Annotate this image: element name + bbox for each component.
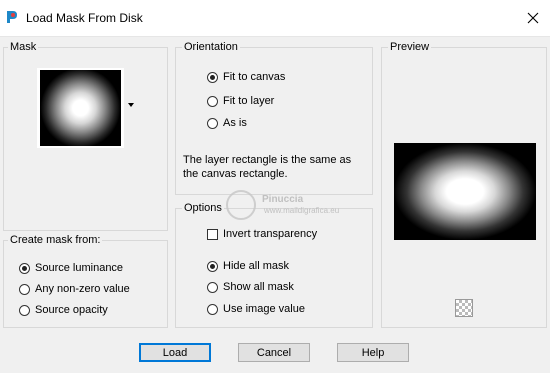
- radio-show-all-mask[interactable]: Show all mask: [207, 279, 294, 295]
- watermark-logo-icon: [226, 190, 256, 220]
- radio-label: Fit to layer: [223, 95, 275, 107]
- invert-transparency-checkbox[interactable]: Invert transparency: [207, 226, 317, 242]
- close-icon: [527, 12, 539, 24]
- radio-hide-all-mask[interactable]: Hide all mask: [207, 258, 289, 274]
- radio-indicator: [207, 281, 218, 293]
- create-mask-group-label: Create mask from:: [8, 234, 103, 246]
- radio-indicator: [207, 71, 218, 83]
- title-bar: Load Mask From Disk: [0, 0, 550, 37]
- radio-label: Source luminance: [35, 262, 124, 274]
- radio-any-non-zero[interactable]: Any non-zero value: [19, 281, 130, 297]
- watermark-url: www.maildigrafica.eu: [264, 206, 340, 215]
- load-button[interactable]: Load: [139, 343, 211, 362]
- radio-label: Show all mask: [223, 281, 294, 293]
- radio-indicator: [207, 260, 218, 272]
- orientation-info-text: The layer rectangle is the same as the c…: [183, 154, 352, 180]
- radio-as-is[interactable]: As is: [207, 115, 247, 131]
- watermark-name: Pinuccia: [262, 194, 304, 205]
- checkbox-label: Invert transparency: [223, 228, 318, 240]
- radio-label: Use image value: [223, 303, 305, 315]
- radio-source-luminance[interactable]: Source luminance: [19, 260, 123, 276]
- chevron-down-icon[interactable]: [128, 103, 134, 107]
- radio-label: Source opacity: [35, 304, 108, 316]
- mask-group-label: Mask: [8, 41, 39, 53]
- radio-indicator: [19, 262, 30, 274]
- options-group-label: Options: [182, 202, 224, 214]
- radio-fit-to-layer[interactable]: Fit to layer: [207, 93, 274, 109]
- transparency-preview-icon[interactable]: [455, 299, 473, 317]
- radio-label: Any non-zero value: [35, 283, 130, 295]
- mask-thumbnail[interactable]: [37, 68, 124, 148]
- window-title: Load Mask From Disk: [26, 11, 143, 25]
- radio-indicator: [207, 117, 218, 129]
- radio-indicator: [207, 95, 218, 107]
- checkbox-indicator: [207, 228, 218, 240]
- radio-indicator: [19, 283, 30, 295]
- radio-indicator: [207, 303, 218, 315]
- radio-label: As is: [223, 117, 247, 129]
- close-button[interactable]: [520, 6, 546, 30]
- radio-fit-to-canvas[interactable]: Fit to canvas: [207, 69, 285, 85]
- preview-group-label: Preview: [388, 41, 432, 53]
- radio-label: Fit to canvas: [223, 71, 286, 83]
- radio-source-opacity[interactable]: Source opacity: [19, 302, 108, 318]
- help-button[interactable]: Help: [337, 343, 409, 362]
- orientation-group-label: Orientation: [182, 41, 240, 53]
- cancel-button[interactable]: Cancel: [238, 343, 310, 362]
- radio-use-image-value[interactable]: Use image value: [207, 301, 305, 317]
- radio-label: Hide all mask: [223, 260, 290, 272]
- preview-image: [394, 143, 536, 240]
- paintshop-app-icon: [7, 11, 17, 23]
- radio-indicator: [19, 304, 30, 316]
